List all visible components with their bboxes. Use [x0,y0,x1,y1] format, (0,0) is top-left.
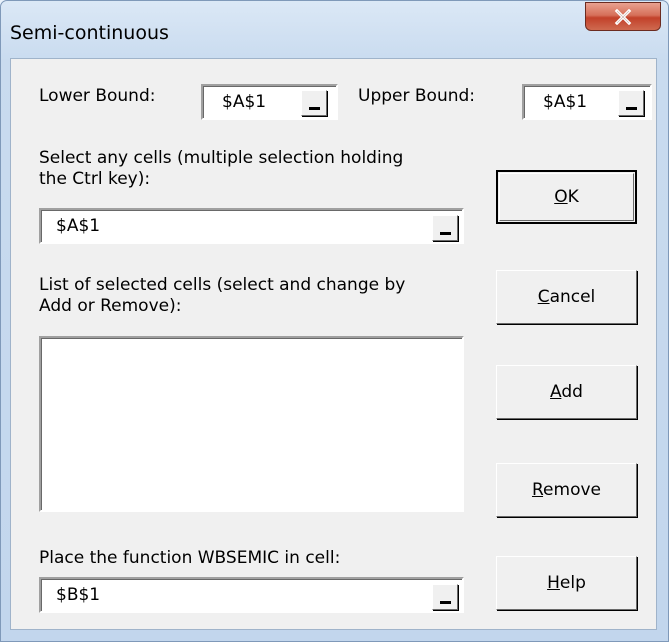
function-cell-label: Place the function WBSEMIC in cell: [39,548,341,568]
select-cells-value: $A$1 [56,216,101,236]
lower-bound-field[interactable]: $A$1 [201,84,338,120]
cancel-button-accel: C [537,287,550,307]
range-picker-icon [626,107,637,110]
function-cell-picker-button[interactable] [432,584,458,610]
range-picker-icon [309,107,320,110]
select-cells-picker-button[interactable] [432,215,458,241]
close-icon [614,8,632,25]
add-button-label: dd [561,382,583,402]
select-cells-field[interactable]: $A$1 [39,208,464,244]
lower-bound-picker-button[interactable] [301,90,327,116]
close-button[interactable] [585,2,661,31]
cancel-button-label: ancel [549,287,596,307]
remove-button-label: emove [543,480,601,500]
range-picker-icon [440,601,451,604]
help-button[interactable]: Help [496,556,637,610]
selected-cells-listbox[interactable] [39,336,464,512]
ok-button-label: K [567,187,579,207]
select-cells-label-line2: the Ctrl key): [39,169,151,189]
upper-bound-value: $A$1 [543,92,588,112]
lower-bound-label: Lower Bound: [39,86,156,106]
remove-button-accel: R [531,480,544,500]
cancel-button[interactable]: Cancel [496,270,637,324]
add-button[interactable]: Add [496,365,637,419]
help-button-accel: H [547,573,560,593]
ok-button[interactable]: OK [496,170,637,224]
function-cell-value: $B$1 [56,585,101,605]
ok-button-accel: O [554,187,568,207]
lower-bound-value: $A$1 [222,92,267,112]
selected-list-label-line1: List of selected cells (select and chang… [39,275,406,295]
range-picker-icon [440,232,451,235]
window-title: Semi-continuous [10,22,169,44]
upper-bound-field[interactable]: $A$1 [522,84,652,120]
selected-list-label-line2: Add or Remove): [39,296,182,316]
upper-bound-picker-button[interactable] [618,90,644,116]
function-cell-field[interactable]: $B$1 [39,577,464,613]
help-button-label: elp [559,573,586,593]
add-button-accel: A [550,382,562,402]
remove-button[interactable]: Remove [496,463,637,517]
select-cells-label-line1: Select any cells (multiple selection hol… [39,148,404,168]
upper-bound-label: Upper Bound: [358,86,476,106]
